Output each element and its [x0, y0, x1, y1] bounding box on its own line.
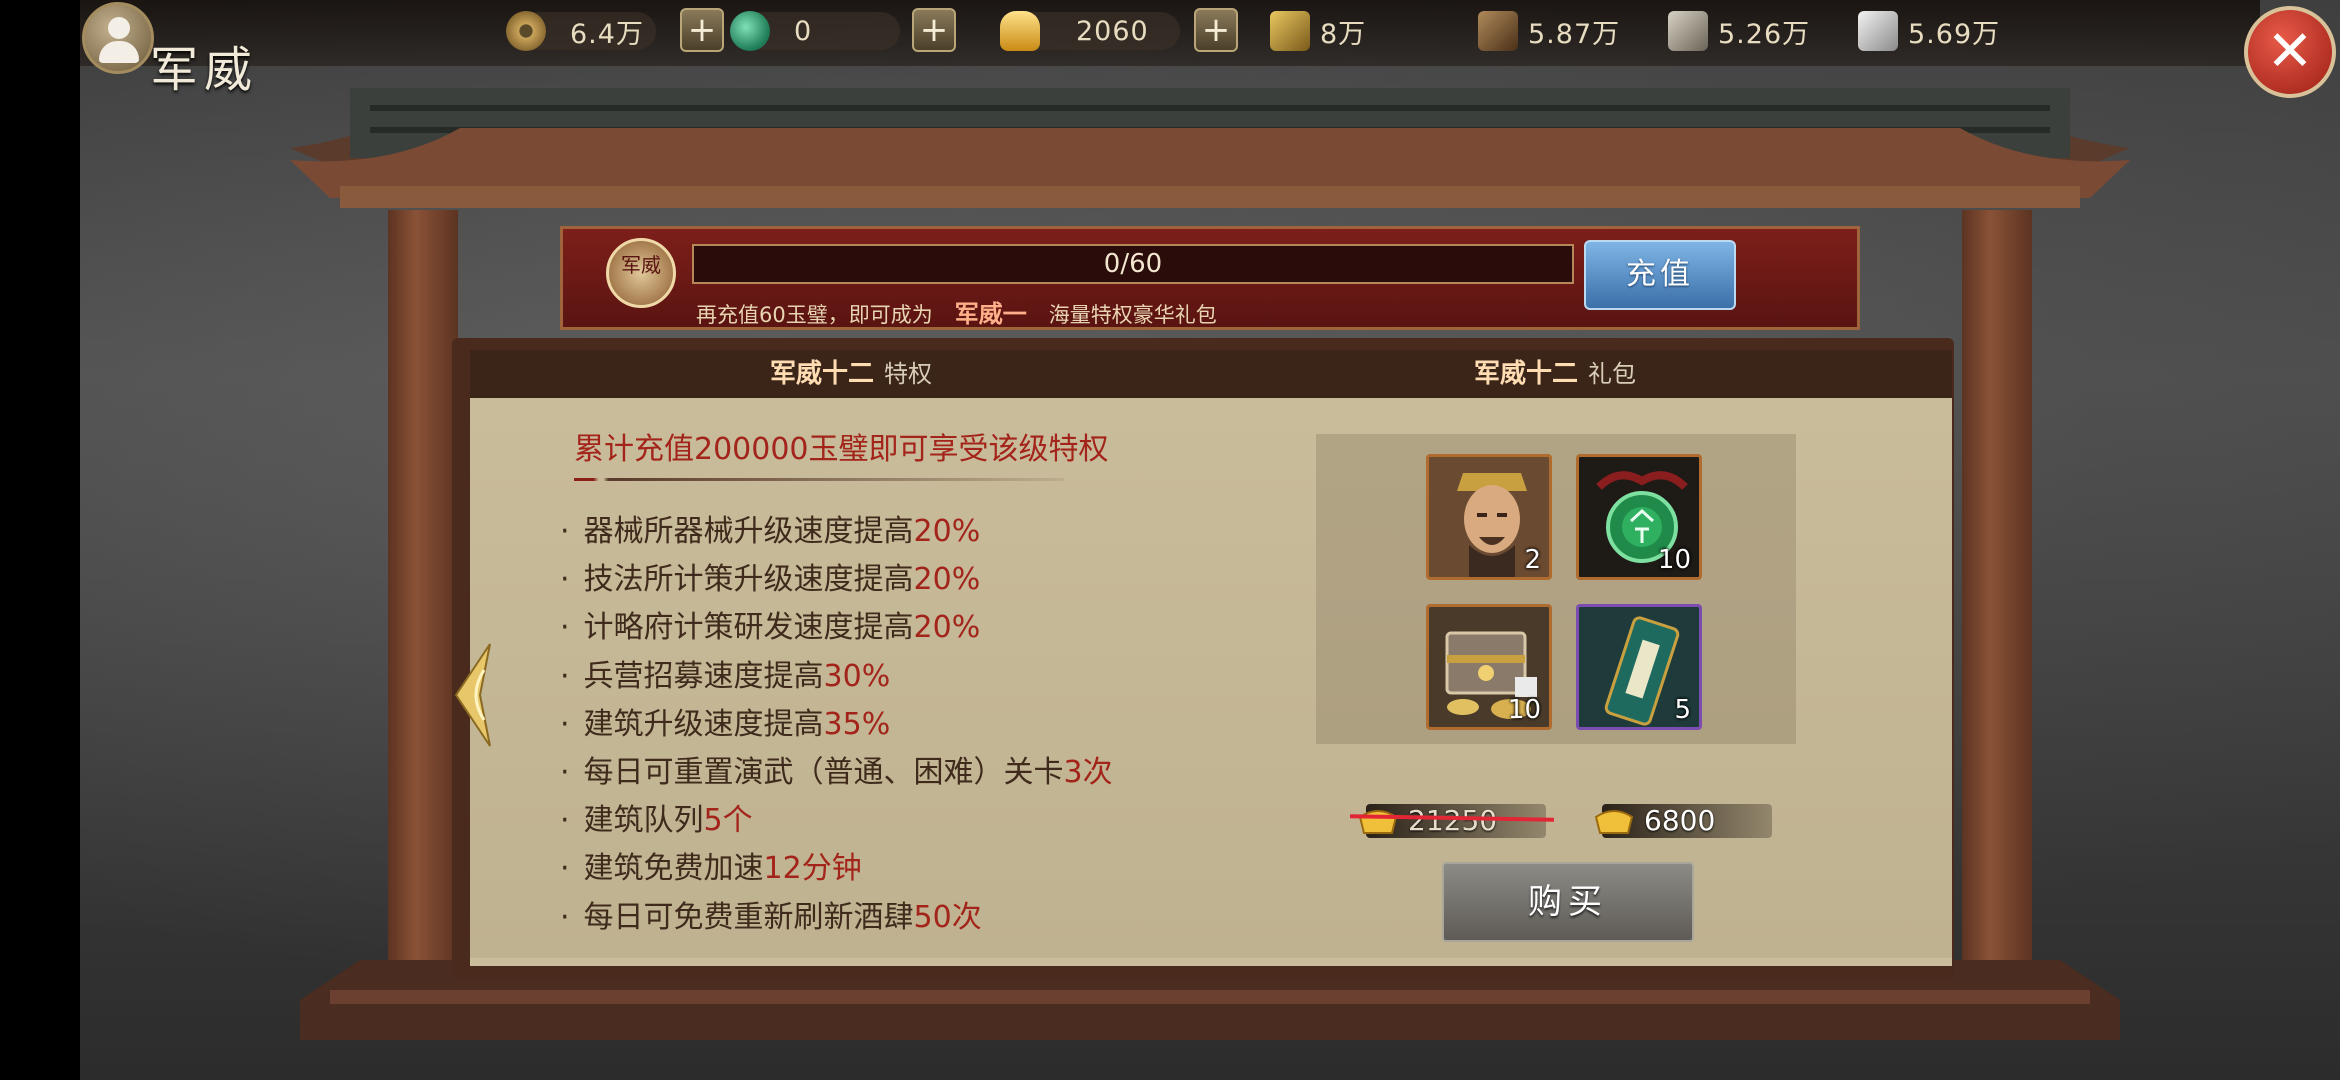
privilege-value: 30%	[823, 658, 891, 694]
gold-ingot-icon	[1594, 810, 1634, 834]
close-button[interactable]: ✕	[2244, 6, 2336, 98]
copper-coin-icon	[506, 11, 546, 51]
rank-emblem-icon: 军威	[606, 238, 676, 308]
gift-item-scroll[interactable]: 5	[1576, 604, 1702, 730]
grain-icon	[1270, 11, 1310, 51]
privilege-text: 每日可免费重新刷新酒肆	[583, 899, 914, 935]
gift-count: 2	[1524, 545, 1541, 575]
stone-value: 5.26万	[1718, 18, 1811, 50]
gift-items-area	[1316, 434, 1796, 744]
gold-ingot-icon	[1358, 810, 1398, 834]
privilege-value: 20%	[913, 514, 981, 549]
privilege-label: 特权	[884, 360, 933, 388]
copper-resource: 6.4万	[506, 8, 644, 54]
recharge-progress-text: 0/60	[1103, 249, 1163, 279]
gift-rank: 军威十二	[1474, 359, 1579, 389]
privilege-section-header: 军威十二 特权	[770, 352, 932, 396]
gift-item-jade-token[interactable]: 10	[1576, 454, 1702, 580]
privilege-list: 器械所器械升级速度提高20%技法所计策升级速度提高20%计略府计策研发速度提高2…	[560, 508, 1260, 942]
stone-resource: 5.26万	[1668, 8, 1810, 54]
left-pillar	[388, 210, 458, 1000]
privilege-value: 20%	[913, 610, 981, 646]
recharge-button[interactable]: 充值	[1584, 240, 1736, 310]
recharge-note: 再充值60玉璧，即可成为 军威一 海量特权豪华礼包	[696, 294, 1217, 329]
privilege-text: 建筑免费加速	[583, 851, 764, 887]
gift-label: 礼包	[1588, 360, 1637, 388]
gift-count: 10	[1507, 695, 1541, 725]
privilege-value: 5个	[703, 803, 753, 839]
privilege-item: 每日可免费重新刷新酒肆50次	[560, 894, 1260, 942]
wood-resource: 5.87万	[1478, 8, 1620, 54]
copper-value: 6.4万	[570, 18, 644, 50]
next-rank-name: 军威一	[954, 299, 1027, 328]
gift-item-chest[interactable]: 10	[1426, 604, 1552, 730]
grain-resource: 8万	[1270, 8, 1366, 54]
privilege-value: 50次	[913, 899, 982, 935]
privilege-text: 计略府计策研发速度提高	[583, 610, 914, 646]
gift-item-general[interactable]: 2	[1426, 454, 1552, 580]
avatar-head	[108, 17, 130, 39]
screen-edge	[0, 0, 80, 1080]
privilege-item: 建筑队列5个	[560, 797, 1260, 845]
iron-value: 5.69万	[1908, 18, 2001, 50]
privilege-text: 建筑升级速度提高	[583, 706, 824, 742]
privilege-text: 兵营招募速度提高	[583, 658, 824, 694]
privilege-item: 器械所器械升级速度提高20%	[560, 508, 1260, 556]
buy-button[interactable]: 购买	[1442, 862, 1694, 942]
pavilion-roof	[290, 88, 2130, 208]
sale-price-value: 6800	[1644, 803, 1716, 837]
gold-resource: 2060	[1000, 8, 1149, 54]
privilege-requirement: 累计充值200000玉璧即可享受该级特权	[574, 432, 1109, 467]
privilege-item: 技法所计策升级速度提高20%	[560, 556, 1260, 604]
gift-count: 5	[1674, 695, 1691, 725]
jade-value: 0	[794, 15, 813, 47]
privilege-text: 器械所器械升级速度提高	[583, 514, 914, 549]
privilege-value: 3次	[1063, 754, 1113, 790]
game-screen: 军威 6.4万 + 0 + 2060 + 8万 5.87万 5.26万 5.69…	[0, 0, 2340, 1080]
divider	[574, 478, 1064, 481]
prev-page-arrow-icon[interactable]	[450, 640, 496, 750]
wood-icon	[1478, 11, 1518, 51]
close-icon: ✕	[2266, 19, 2314, 84]
gold-ingot-icon	[1000, 11, 1040, 51]
privilege-value: 35%	[823, 706, 891, 742]
add-gold-button[interactable]: +	[1194, 8, 1238, 52]
grain-value: 8万	[1320, 18, 1367, 50]
privilege-value: 20%	[913, 562, 981, 598]
privilege-value: 12分钟	[763, 851, 862, 887]
add-jade-button[interactable]: +	[912, 8, 956, 52]
right-pillar	[1962, 210, 2032, 1000]
privilege-item: 建筑升级速度提高35%	[560, 701, 1260, 749]
privilege-item: 兵营招募速度提高30%	[560, 653, 1260, 701]
page-title: 军威	[150, 42, 259, 98]
jade-icon	[730, 11, 770, 51]
privilege-text: 每日可重置演武（普通、困难）关卡	[583, 754, 1064, 790]
recharge-note-suffix: 海量特权豪华礼包	[1048, 303, 1217, 327]
gift-count: 10	[1657, 545, 1691, 575]
privilege-text: 技法所计策升级速度提高	[583, 562, 914, 598]
gift-section-header: 军威十二 礼包	[1474, 352, 1636, 396]
privilege-item: 计略府计策研发速度提高20%	[560, 604, 1260, 652]
recharge-note-prefix: 再充值60玉璧，即可成为	[696, 303, 933, 327]
player-avatar[interactable]	[82, 2, 154, 74]
iron-resource: 5.69万	[1858, 8, 2000, 54]
jade-resource: 0	[730, 8, 812, 54]
privilege-item: 建筑免费加速12分钟	[560, 845, 1260, 893]
iron-icon	[1858, 11, 1898, 51]
add-copper-button[interactable]: +	[680, 8, 724, 52]
recharge-progress-bar: 0/60	[692, 244, 1574, 284]
avatar-body	[99, 41, 139, 63]
privilege-item: 每日可重置演武（普通、困难）关卡3次	[560, 749, 1260, 797]
privilege-rank: 军威十二	[770, 359, 875, 389]
privilege-text: 建筑队列	[583, 803, 704, 839]
wood-value: 5.87万	[1528, 18, 1621, 50]
section-header-strip	[470, 350, 1952, 398]
sale-price: 6800	[1592, 800, 1772, 840]
gold-value: 2060	[1076, 15, 1149, 47]
stone-icon	[1668, 11, 1708, 51]
